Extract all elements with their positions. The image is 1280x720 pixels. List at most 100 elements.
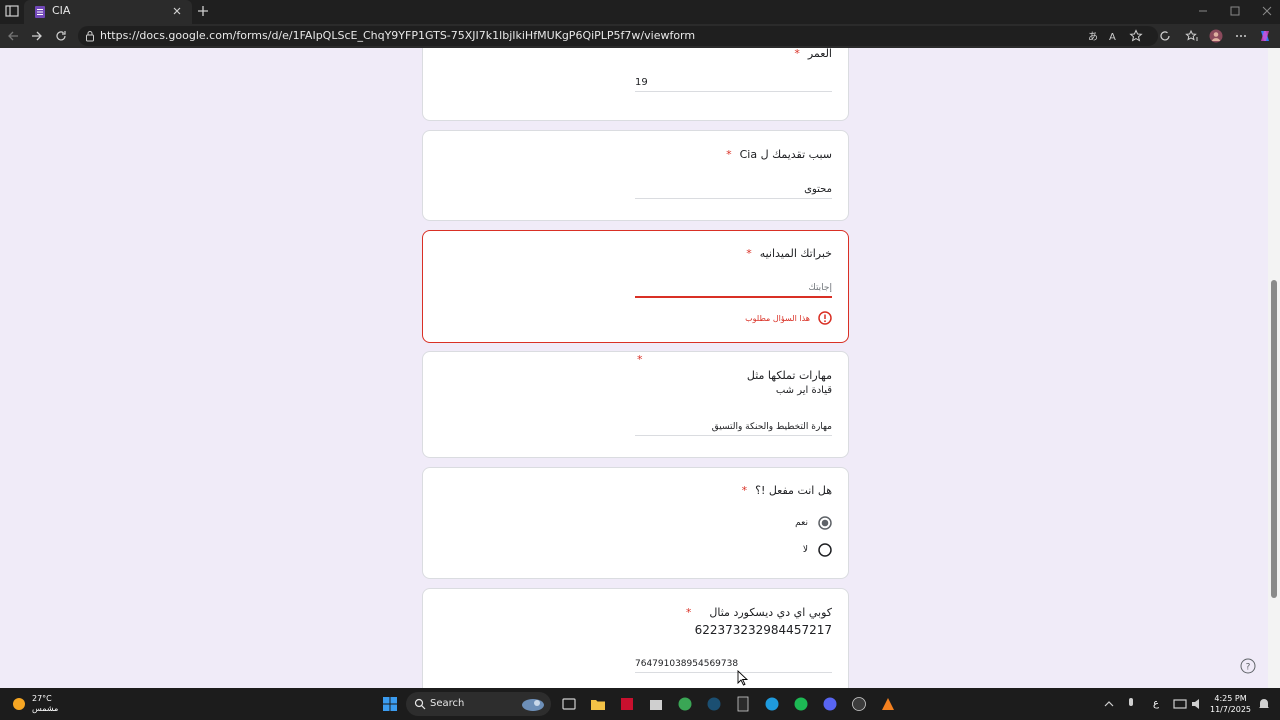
error-message-text: هذا السؤال مطلوب — [745, 313, 810, 323]
windows-taskbar: 27°C مشمس Search ع 4:25 PM 11/7/2025 — [0, 688, 1280, 720]
tray-overflow-chevron-icon[interactable] — [1101, 696, 1117, 712]
required-asterisk: * — [741, 484, 748, 497]
epic-games-icon[interactable] — [735, 696, 751, 712]
radio-option-no[interactable]: لا — [803, 543, 832, 557]
edge-icon[interactable] — [764, 696, 780, 712]
store-icon[interactable] — [648, 696, 664, 712]
network-icon[interactable] — [1172, 696, 1188, 712]
browser-tab-active[interactable]: CIA — [24, 0, 192, 24]
language-indicator[interactable]: ع — [1153, 698, 1159, 709]
answer-input-discord[interactable]: 764791038954569738 — [635, 659, 832, 673]
xbox-icon[interactable] — [677, 696, 693, 712]
forward-icon[interactable] — [30, 29, 44, 43]
browser-sync-icon[interactable] — [1158, 29, 1172, 43]
orange-app-icon[interactable] — [880, 696, 896, 712]
radio-selected-icon[interactable] — [818, 516, 832, 530]
question-example-discord: 622373232984457217 — [694, 623, 832, 637]
discord-icon[interactable] — [822, 696, 838, 712]
svg-text:あ: あ — [1088, 31, 1098, 43]
browser-tab-title: CIA — [52, 4, 71, 17]
radio-option-label: لا — [802, 545, 808, 555]
question-card-skills: * مهارات تملكها مثل قيادة اير شب مهارة ا… — [422, 351, 849, 458]
question-title-discord: كوبي اي دي ديسكورد مثال * — [686, 606, 832, 619]
question-title-active: هل انت مفعل !؟ * — [742, 484, 832, 497]
search-icon — [414, 698, 426, 710]
weather-desc: مشمس — [32, 704, 59, 713]
question-title-text: هل انت مفعل !؟ — [755, 484, 832, 497]
help-icon[interactable]: ? — [1240, 658, 1256, 674]
radio-option-label: نعم — [795, 518, 808, 528]
question-title-skills: مهارات تملكها مثل — [746, 369, 832, 382]
question-title-text: العمر — [807, 48, 832, 60]
system-clock[interactable]: 4:25 PM 11/7/2025 — [1210, 693, 1251, 715]
page-scrollbar[interactable] — [1268, 48, 1280, 688]
lock-icon[interactable] — [84, 30, 96, 42]
notifications-icon[interactable] — [1256, 696, 1272, 712]
maximize-window-icon[interactable] — [1228, 4, 1242, 18]
svg-text:?: ? — [1246, 663, 1251, 673]
answer-input-experience[interactable]: إجابتك — [635, 283, 832, 298]
tab-actions-icon[interactable] — [4, 4, 20, 18]
question-title-reason: سبب تقديمك ل Cia * — [726, 148, 832, 161]
sun-icon — [13, 698, 25, 710]
question-title-age: العمر * — [794, 48, 832, 60]
microphone-icon[interactable] — [1123, 696, 1139, 712]
file-explorer-icon[interactable] — [590, 696, 606, 712]
clock-time: 4:25 PM — [1214, 694, 1247, 703]
required-asterisk: * — [794, 48, 800, 60]
volume-icon[interactable] — [1190, 696, 1206, 712]
question-card-active: هل انت مفعل !؟ * نعم لا — [422, 467, 849, 579]
question-card-age: العمر * 19 — [422, 48, 849, 121]
question-title-text: خبراتك الميدانيه — [759, 247, 832, 260]
back-icon[interactable] — [6, 29, 20, 43]
question-subtitle-skills: قيادة اير شب — [775, 385, 832, 396]
profile-avatar[interactable] — [1209, 29, 1223, 43]
task-view-icon[interactable] — [561, 696, 577, 712]
search-label: Search — [430, 698, 465, 709]
answer-input-age[interactable]: 19 — [635, 77, 832, 92]
weather-temp: 27°C — [32, 694, 52, 703]
scrollbar-thumb[interactable] — [1271, 280, 1277, 598]
mouse-cursor-icon — [737, 670, 749, 686]
answer-input-reason[interactable]: محتوى — [635, 184, 832, 199]
windows-start-icon[interactable] — [382, 696, 398, 712]
radio-option-yes[interactable]: نعم — [795, 516, 832, 530]
favorite-star-icon[interactable] — [1129, 29, 1143, 43]
question-card-experience: خبراتك الميدانيه * إجابتك هذا السؤال مطلو… — [422, 230, 849, 343]
refresh-icon[interactable] — [54, 29, 68, 43]
question-card-reason: سبب تقديمك ل Cia * محتوى — [422, 130, 849, 221]
new-tab-icon[interactable] — [196, 4, 210, 18]
red-app-icon[interactable] — [619, 696, 635, 712]
clock-date: 11/7/2025 — [1210, 705, 1252, 714]
read-aloud-icon[interactable]: A — [1108, 29, 1122, 43]
search-highlight-icon — [522, 699, 544, 711]
url-text: https://docs.google.com/forms/d/e/1FAIpQ… — [100, 29, 696, 42]
question-title-text: سبب تقديمك ل Cia — [739, 148, 832, 161]
required-asterisk: * — [746, 247, 752, 260]
steam-icon[interactable] — [706, 696, 722, 712]
copilot-icon[interactable] — [1258, 29, 1272, 43]
required-asterisk: * — [726, 148, 732, 161]
translate-icon[interactable]: あ — [1087, 29, 1101, 43]
question-title-experience: خبراتك الميدانيه * — [746, 247, 832, 260]
favorites-icon[interactable] — [1185, 29, 1199, 43]
answer-input-skills[interactable]: مهارة التخطيط والحنكة والتسيق — [635, 422, 832, 436]
question-title-text: كوبي اي دي ديسكورد مثال — [709, 606, 832, 619]
required-asterisk: * — [637, 353, 643, 366]
chrome-like-icon[interactable] — [851, 696, 867, 712]
taskbar-search[interactable]: Search — [406, 692, 551, 716]
url-field[interactable]: https://docs.google.com/forms/d/e/1FAIpQ… — [78, 26, 1158, 46]
close-tab-icon[interactable] — [170, 4, 184, 18]
spotify-icon[interactable] — [793, 696, 809, 712]
required-asterisk: * — [685, 606, 692, 619]
error-message: هذا السؤال مطلوب — [745, 311, 832, 325]
browser-tab-bar: CIA — [0, 0, 1280, 24]
question-card-discord: كوبي اي دي ديسكورد مثال * 622373232984457… — [422, 588, 849, 688]
more-options-icon[interactable] — [1234, 29, 1248, 43]
google-forms-favicon-icon — [35, 6, 45, 18]
close-window-icon[interactable] — [1260, 4, 1274, 18]
weather-widget[interactable]: 27°C مشمس — [12, 694, 58, 714]
minimize-window-icon[interactable] — [1196, 4, 1210, 18]
radio-unselected-icon[interactable] — [818, 543, 832, 557]
browser-address-bar: https://docs.google.com/forms/d/e/1FAIpQ… — [0, 24, 1280, 48]
